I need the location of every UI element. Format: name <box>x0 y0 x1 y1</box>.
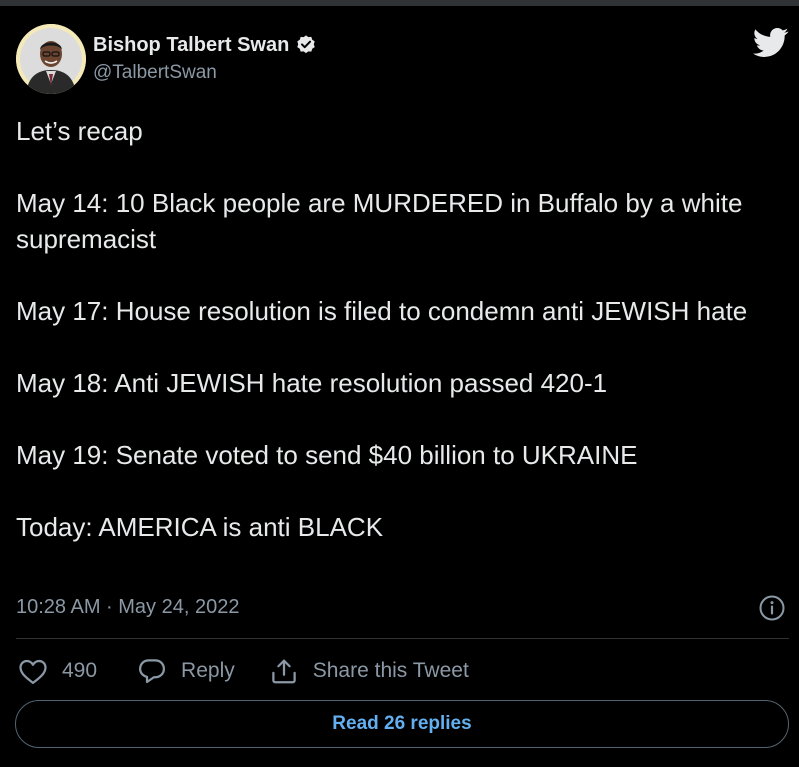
heart-icon <box>18 657 48 685</box>
speech-bubble-icon <box>137 657 167 685</box>
read-replies-button[interactable]: Read 26 replies <box>15 700 789 748</box>
tweet-text: Let’s recap May 14: 10 Black people are … <box>16 113 791 545</box>
tweet-timestamp[interactable]: 10:28 AM · May 24, 2022 <box>16 596 239 619</box>
top-divider <box>0 0 799 6</box>
tweet-header: Bishop Talbert Swan @TalbertSwan <box>16 24 791 96</box>
tweet-paragraph: May 14: 10 Black people are MURDERED in … <box>16 188 743 254</box>
share-button[interactable]: Share this Tweet <box>269 657 469 685</box>
action-divider <box>16 638 789 639</box>
tweet-paragraph: May 19: Senate voted to send $40 billion… <box>16 440 638 470</box>
tweet-paragraph: Let’s recap <box>16 116 143 146</box>
author-handle[interactable]: @TalbertSwan <box>93 62 317 84</box>
reply-button[interactable]: Reply <box>137 657 235 685</box>
tweet-paragraph: May 17: House resolution is filed to con… <box>16 296 748 326</box>
reply-label: Reply <box>181 659 235 682</box>
share-label: Share this Tweet <box>312 659 469 682</box>
twitter-bird-icon[interactable] <box>753 28 789 58</box>
display-name-row: Bishop Talbert Swan <box>93 32 317 58</box>
tweet-paragraph: May 18: Anti JEWISH hate resolution pass… <box>16 368 608 398</box>
verified-badge-icon <box>295 34 317 56</box>
like-count: 490 <box>62 659 98 682</box>
author-block: Bishop Talbert Swan @TalbertSwan <box>93 32 317 84</box>
tweet-meta-row: 10:28 AM · May 24, 2022 <box>16 594 788 624</box>
info-icon[interactable] <box>758 594 786 622</box>
tweet-paragraph: Today: AMERICA is anti BLACK <box>16 512 384 542</box>
like-button[interactable]: 490 <box>18 657 97 685</box>
share-icon <box>269 657 299 685</box>
display-name[interactable]: Bishop Talbert Swan <box>93 34 289 57</box>
avatar[interactable] <box>16 24 86 94</box>
tweet-actions: 490 Reply Share this Tweet <box>18 654 469 688</box>
